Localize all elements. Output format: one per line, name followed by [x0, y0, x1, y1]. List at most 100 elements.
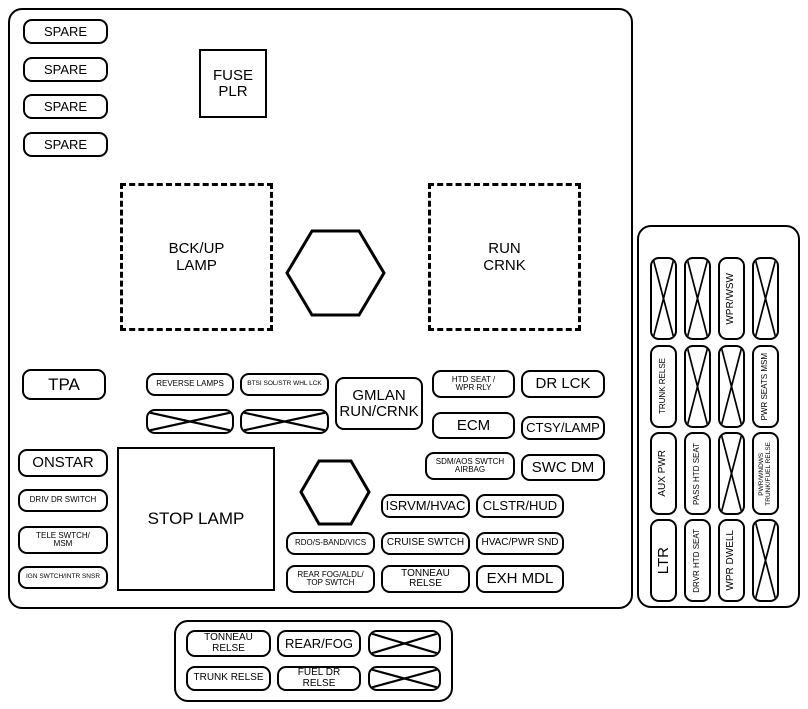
- fuse-label: TONNEAU RELSE: [401, 567, 450, 589]
- fuse-label: TONNEAU RELSE: [204, 632, 253, 654]
- fuse-swc-dm[interactable]: SWC DM: [521, 454, 605, 481]
- fuse-htd-seat-wpr-rly[interactable]: HTD SEAT / WPR RLY: [432, 370, 515, 398]
- fuse-btsi-sol-str-whl-lck[interactable]: BTSI SOL/STR WHL LCK: [240, 373, 329, 396]
- fuse-label: LTR: [654, 546, 672, 575]
- side-cavity-r4c4[interactable]: [752, 519, 779, 602]
- fuse-cavity-empty-1[interactable]: [146, 409, 234, 434]
- fuse-pass-htd-seat[interactable]: PASS HTD SEAT: [684, 432, 711, 515]
- relay-group-label: BCK/UP LAMP: [168, 239, 225, 274]
- fuse-stop-lamp[interactable]: STOP LAMP: [117, 447, 275, 591]
- fuse-label: REVERSE LAMPS: [156, 379, 224, 389]
- side-cavity-r2c2[interactable]: [684, 345, 711, 428]
- fuse-aux-pwr[interactable]: AUX PWR: [650, 432, 677, 515]
- fuse-label: SPARE: [43, 61, 88, 77]
- hex-relay-lower[interactable]: [299, 459, 371, 526]
- fuse-label: TRUNK RELSE: [658, 358, 668, 415]
- fuse-box-diagram: SPARE SPARE SPARE SPARE FUSE PLR BCK/UP …: [0, 0, 808, 709]
- fuse-dr-lck[interactable]: DR LCK: [521, 370, 605, 398]
- fuse-reverse-lamps[interactable]: REVERSE LAMPS: [146, 373, 234, 396]
- fuse-tonneau-relse-bottom[interactable]: TONNEAU RELSE: [186, 630, 271, 657]
- fuse-fuel-dr-relse[interactable]: FUEL DR RELSE: [277, 666, 361, 691]
- fuse-cavity-empty-2[interactable]: [240, 409, 329, 434]
- fuse-gmlan-run-crnk[interactable]: GMLAN RUN/CRNK: [335, 377, 423, 430]
- fuse-label: CLSTR/HUD: [482, 498, 558, 514]
- fuse-label: FUSE PLR: [212, 66, 253, 100]
- hexagon-icon: [285, 229, 386, 317]
- fuse-label: ONSTAR: [32, 454, 94, 472]
- fuse-trunk-relse-bottom[interactable]: TRUNK RELSE: [186, 666, 271, 691]
- fuse-rear-fog[interactable]: REAR/FOG: [277, 630, 361, 657]
- fuse-ltr[interactable]: LTR: [650, 519, 677, 602]
- fuse-hvac-pwr-snd[interactable]: HVAC/PWR SND: [476, 532, 564, 555]
- side-cavity-r1c2[interactable]: [684, 257, 711, 340]
- fuse-label: SDM/AOS SWTCH AIRBAG: [435, 456, 505, 474]
- fuse-spare-1[interactable]: SPARE: [23, 19, 108, 44]
- empty-cavity-x-icon: [754, 260, 777, 337]
- fuse-spare-3[interactable]: SPARE: [23, 94, 108, 119]
- fuse-tonneau-relse-main[interactable]: TONNEAU RELSE: [381, 565, 470, 593]
- fuse-label: RDO/S-BAND/VICS: [294, 538, 367, 548]
- fuse-label: GMLAN RUN/CRNK: [339, 386, 419, 420]
- fuse-ign-swtch-intr-snsr[interactable]: IGN SWTCH/INTR SNSR: [18, 566, 108, 589]
- fuse-label: HVAC/PWR SND: [481, 537, 559, 549]
- fuse-label: TRUNK RELSE: [193, 672, 264, 684]
- fuse-label: ISRVM/HVAC: [385, 498, 466, 514]
- relay-group-run-crank[interactable]: RUN CRNK: [428, 183, 581, 331]
- fuse-pwr-seats-msm[interactable]: PWR SEATS MSM: [752, 345, 779, 428]
- fuse-onstar[interactable]: ONSTAR: [18, 449, 108, 477]
- fuse-puller[interactable]: FUSE PLR: [199, 49, 267, 118]
- relay-group-label: RUN CRNK: [483, 239, 526, 274]
- fuse-label: WPR DWELL: [725, 530, 737, 591]
- empty-cavity-x-icon: [720, 348, 743, 425]
- fuse-ctsy-lamp[interactable]: CTSY/LAMP: [521, 416, 605, 440]
- empty-cavity-x-icon: [720, 435, 743, 512]
- fuse-cruise-swtch[interactable]: CRUISE SWTCH: [381, 532, 470, 555]
- fuse-ecm[interactable]: ECM: [432, 412, 515, 439]
- bottom-cavity-r1c3[interactable]: [368, 630, 441, 657]
- fuse-wpr-wsw[interactable]: WPR/WSW: [718, 257, 745, 340]
- fuse-clstr-hud[interactable]: CLSTR/HUD: [476, 494, 564, 518]
- fuse-spare-2[interactable]: SPARE: [23, 57, 108, 82]
- empty-cavity-x-icon: [754, 522, 777, 599]
- fuse-isrvm-hvac[interactable]: ISRVM/HVAC: [381, 494, 470, 518]
- side-cavity-r1c1[interactable]: [650, 257, 677, 340]
- empty-cavity-x-icon: [149, 411, 231, 432]
- fuse-tpa[interactable]: TPA: [22, 369, 106, 400]
- fuse-label: TELE SWTCH/ MSM: [36, 530, 90, 548]
- fuse-tele-swtch-msm[interactable]: TELE SWTCH/ MSM: [18, 526, 108, 554]
- fuse-label: TPA: [48, 374, 80, 394]
- fuse-label: REAR FOG/ALDL/ TOP SWTCH: [297, 569, 364, 587]
- fuse-label: WPR/WSW: [725, 272, 737, 325]
- fuse-label: CTSY/LAMP: [526, 420, 600, 436]
- fuse-trunk-relse-side[interactable]: TRUNK RELSE: [650, 345, 677, 428]
- side-cavity-r1c4[interactable]: [752, 257, 779, 340]
- fuse-label: CRUISE SWTCH: [386, 537, 465, 549]
- side-cavity-r2c3[interactable]: [718, 345, 745, 428]
- fuse-wpr-dwell[interactable]: WPR DWELL: [718, 519, 745, 602]
- bottom-cavity-r2c3[interactable]: [368, 666, 441, 691]
- fuse-label: PWR SEATS MSM: [760, 352, 770, 421]
- fuse-label: PWR/WNDWS TRUNK/FUEL RELSE: [757, 441, 772, 506]
- empty-cavity-x-icon: [243, 411, 326, 432]
- fuse-label: SPARE: [43, 23, 88, 39]
- hex-relay-upper[interactable]: [285, 229, 386, 317]
- fuse-sdm-aos-swtch-airbag[interactable]: SDM/AOS SWTCH AIRBAG: [425, 452, 515, 480]
- fuse-label: SPARE: [43, 98, 88, 114]
- fuse-label: DRIV DR SWITCH: [29, 495, 97, 505]
- fuse-label: FUEL DR RELSE: [297, 667, 341, 689]
- fuse-drvr-htd-seat[interactable]: DRVR HTD SEAT: [684, 519, 711, 602]
- side-cavity-r3c3[interactable]: [718, 432, 745, 515]
- fuse-label: STOP LAMP: [147, 509, 245, 529]
- fuse-rear-fog-aldl-top-swtch[interactable]: REAR FOG/ALDL/ TOP SWTCH: [286, 565, 375, 593]
- fuse-exh-mdl[interactable]: EXH MDL: [476, 565, 564, 593]
- fuse-label: PASS HTD SEAT: [692, 442, 702, 505]
- fuse-label: BTSI SOL/STR WHL LCK: [247, 380, 322, 388]
- fuse-driv-dr-switch[interactable]: DRIV DR SWITCH: [18, 489, 108, 512]
- empty-cavity-x-icon: [686, 348, 709, 425]
- fuse-label: SWC DM: [531, 458, 595, 476]
- fuse-rdo-sband-vics[interactable]: RDO/S-BAND/VICS: [286, 532, 375, 555]
- relay-group-backup-lamp[interactable]: BCK/UP LAMP: [120, 183, 273, 331]
- fuse-pwr-wndws-trunk-fuel-relse[interactable]: PWR/WNDWS TRUNK/FUEL RELSE: [752, 432, 779, 515]
- fuse-spare-4[interactable]: SPARE: [23, 132, 108, 157]
- empty-cavity-x-icon: [686, 260, 709, 337]
